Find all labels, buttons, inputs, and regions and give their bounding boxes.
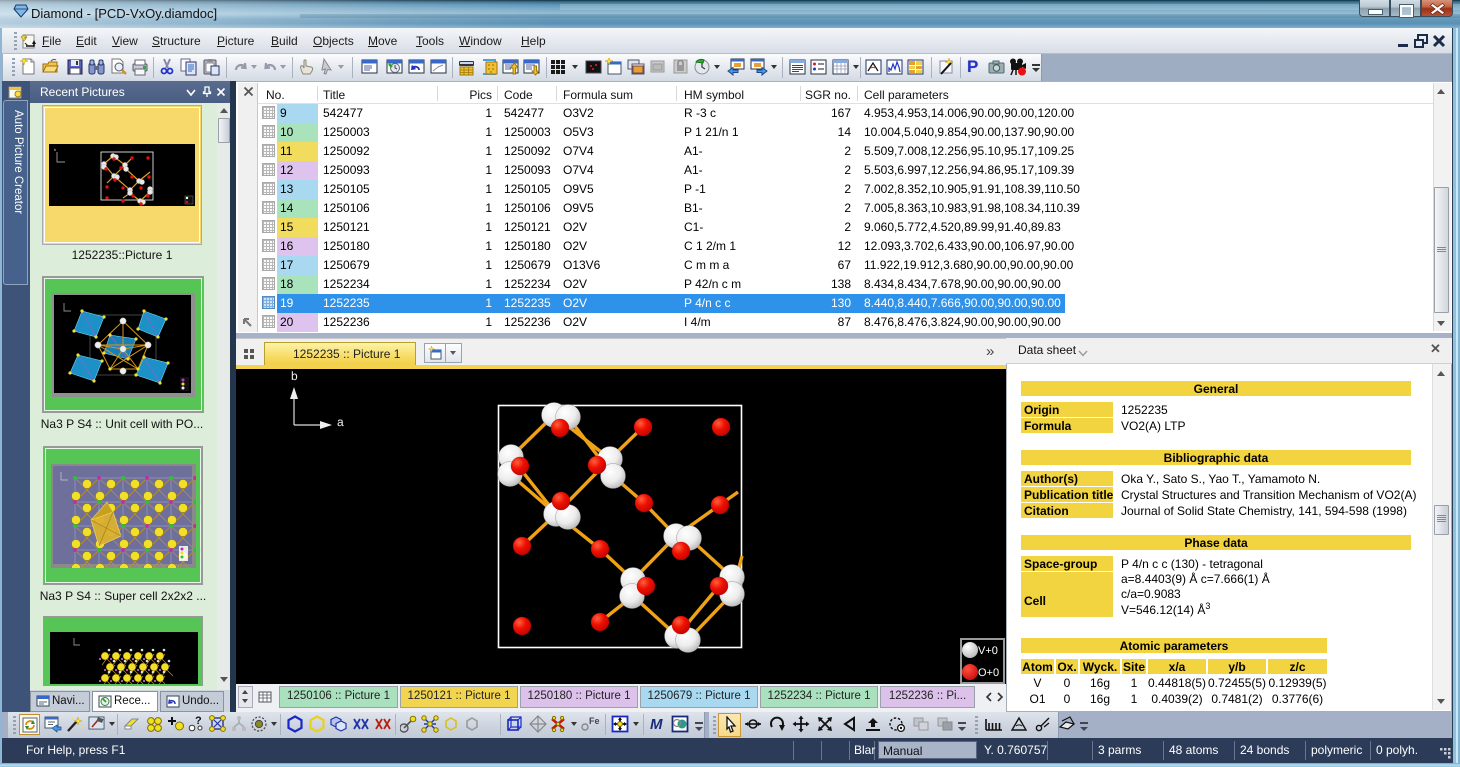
svg-text:V+0: V+0 <box>978 645 998 657</box>
svg-text:Fe: Fe <box>589 716 600 726</box>
svg-text:O+0: O+0 <box>978 667 999 679</box>
svg-text:?: ? <box>195 715 202 727</box>
